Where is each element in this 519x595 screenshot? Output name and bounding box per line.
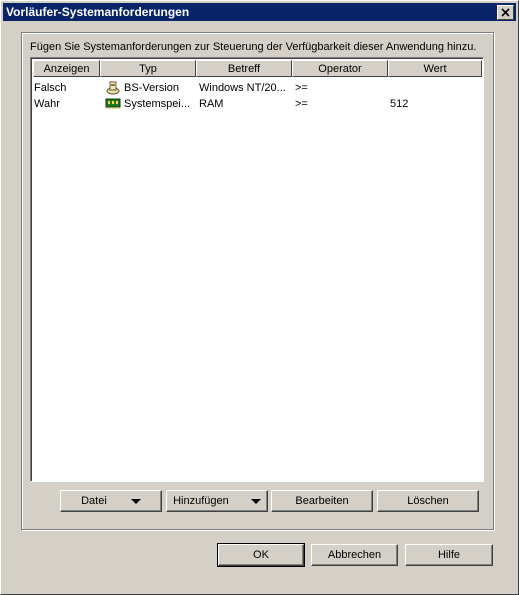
hinzufuegen-dropdown-button[interactable]: Hinzufügen	[166, 490, 268, 512]
loeschen-button[interactable]: Löschen	[377, 490, 479, 512]
table-row[interactable]: Falsch BS-Version Windows NT/20... >=	[33, 80, 482, 96]
table-row[interactable]: Wahr Systemspei... RAM >= 512	[33, 96, 482, 112]
cell-typ: Systemspei...	[124, 98, 191, 110]
column-header-typ[interactable]: Typ	[100, 60, 196, 77]
datei-dropdown-button[interactable]: Datei	[60, 490, 162, 512]
column-header-operator[interactable]: Operator	[292, 60, 388, 77]
close-icon	[501, 8, 510, 17]
cell-anzeigen: Falsch	[34, 82, 67, 94]
cell-betreff: RAM	[199, 98, 224, 110]
cell-wert	[390, 80, 482, 96]
chevron-down-icon	[250, 498, 261, 504]
requirements-list[interactable]: Anzeigen Typ Betreff Operator Wert Falsc…	[30, 57, 484, 482]
column-header-wert[interactable]: Wert	[388, 60, 482, 77]
cell-typ: BS-Version	[124, 82, 180, 94]
abbrechen-button[interactable]: Abbrechen	[311, 544, 398, 566]
close-button[interactable]	[497, 5, 514, 20]
column-header-anzeigen[interactable]: Anzeigen	[33, 60, 100, 77]
cell-wert: 512	[390, 98, 409, 110]
chevron-down-icon	[130, 498, 141, 504]
cell-operator: >=	[295, 98, 308, 110]
cell-betreff: Windows NT/20...	[199, 82, 286, 94]
window-title: Vorläufer-Systemanforderungen	[6, 5, 190, 19]
hilfe-button[interactable]: Hilfe	[405, 544, 493, 566]
hinzufuegen-label: Hinzufügen	[173, 495, 229, 507]
cell-anzeigen: Wahr	[34, 98, 60, 110]
datei-label: Datei	[81, 495, 107, 507]
ok-button[interactable]: OK	[217, 543, 305, 567]
column-header-betreff[interactable]: Betreff	[196, 60, 292, 77]
instruction-text: Fügen Sie Systemanforderungen zur Steuer…	[30, 41, 477, 53]
title-bar[interactable]: Vorläufer-Systemanforderungen	[3, 3, 516, 21]
memory-icon	[105, 98, 121, 109]
bearbeiten-button[interactable]: Bearbeiten	[271, 490, 373, 512]
os-version-icon	[106, 81, 120, 95]
cell-operator: >=	[295, 82, 308, 94]
